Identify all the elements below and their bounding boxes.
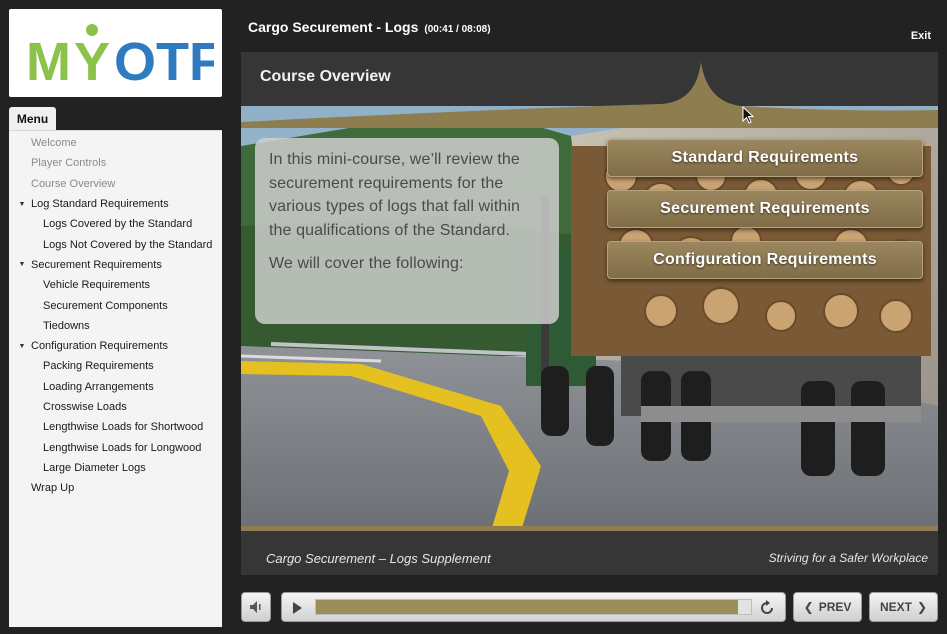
- menu-item-label: Lengthwise Loads for Longwood: [43, 441, 202, 454]
- prev-label: PREV: [818, 600, 852, 614]
- menu-item[interactable]: Welcome: [9, 133, 222, 153]
- menu-item[interactable]: Tiedowns: [9, 316, 222, 336]
- seek-bar: [281, 592, 786, 622]
- footer-course-name: Cargo Securement – Logs Supplement: [266, 551, 491, 566]
- menu-item[interactable]: Packing Requirements: [9, 356, 222, 376]
- expand-arrow-icon[interactable]: ▼: [13, 343, 31, 350]
- standard-requirements-button[interactable]: Standard Requirements: [607, 139, 923, 177]
- configuration-requirements-button[interactable]: Configuration Requirements: [607, 241, 923, 279]
- menu-item[interactable]: ▼ Log Standard Requirements: [9, 194, 222, 214]
- menu-item-label: Packing Requirements: [43, 360, 154, 373]
- menu-item-label: Player Controls: [31, 157, 107, 170]
- menu-item[interactable]: Lengthwise Loads for Longwood: [9, 437, 222, 457]
- mouse-cursor-icon: [742, 106, 754, 124]
- play-icon[interactable]: [291, 601, 303, 615]
- svg-text:Y: Y: [74, 32, 110, 88]
- header-wave-decoration: [241, 62, 938, 128]
- footer-tagline: Striving for a Safer Workplace: [768, 551, 928, 565]
- menu-item[interactable]: ▼ Securement Requirements: [9, 255, 222, 275]
- exit-button[interactable]: Exit: [911, 30, 931, 42]
- menu-item-label: Tiedowns: [43, 319, 90, 332]
- menu-item[interactable]: Logs Not Covered by the Standard: [9, 234, 222, 254]
- menu-item-label: Wrap Up: [31, 482, 75, 495]
- myotf-logo: M Y OTF: [9, 9, 222, 97]
- menu-item-label: Large Diameter Logs: [43, 461, 146, 474]
- menu-panel: Welcome Player Controls Course Overview ▼ Lo…: [9, 130, 222, 627]
- intro-followup: We will cover the following:: [269, 255, 464, 272]
- menu-item-label: Vehicle Requirements: [43, 279, 151, 292]
- menu-item[interactable]: Loading Arrangements: [9, 377, 222, 397]
- menu-item-label: Logs Covered by the Standard: [43, 218, 193, 231]
- prev-button[interactable]: ❮ PREV: [793, 592, 862, 622]
- menu-item-label: Logs Not Covered by the Standard: [43, 238, 213, 251]
- progress-fill: [316, 600, 738, 614]
- chevron-left-icon: ❮: [803, 600, 814, 614]
- menu-item[interactable]: Course Overview: [9, 174, 222, 194]
- course-title-text: Cargo Securement - Logs: [248, 19, 419, 35]
- volume-button[interactable]: [241, 592, 271, 622]
- menu-item[interactable]: Logs Covered by the Standard: [9, 214, 222, 234]
- course-title: Cargo Securement - Logs (00:41 / 08:08): [248, 19, 491, 35]
- securement-requirements-button[interactable]: Securement Requirements: [607, 190, 923, 228]
- next-button[interactable]: NEXT ❯: [869, 592, 938, 622]
- speaker-icon: [250, 601, 261, 613]
- replay-icon[interactable]: [758, 599, 776, 617]
- intro-text: In this mini-course, we’ll review the se…: [269, 151, 521, 239]
- course-time: (00:41 / 08:08): [424, 24, 491, 35]
- intro-text-box: In this mini-course, we’ll review the se…: [255, 138, 559, 324]
- expand-arrow-icon[interactable]: ▼: [13, 201, 31, 208]
- menu-item-label: Securement Requirements: [31, 258, 162, 271]
- svg-text:M: M: [26, 32, 71, 88]
- menu-item[interactable]: Vehicle Requirements: [9, 275, 222, 295]
- menu-item-label: Welcome: [31, 137, 77, 150]
- expand-arrow-icon[interactable]: ▼: [13, 261, 31, 268]
- svg-text:OTF: OTF: [114, 32, 214, 88]
- menu-item[interactable]: Large Diameter Logs: [9, 458, 222, 478]
- menu-item[interactable]: Lengthwise Loads for Shortwood: [9, 417, 222, 437]
- next-label: NEXT: [879, 600, 912, 614]
- chevron-right-icon: ❯: [916, 600, 928, 614]
- menu-item[interactable]: Wrap Up: [9, 478, 222, 498]
- menu-tab[interactable]: Menu: [9, 107, 56, 131]
- menu-item-label: Securement Components: [43, 299, 168, 312]
- slide-area: Course Overview In this mini-course, we’…: [241, 52, 938, 575]
- menu-item-label: Crosswise Loads: [43, 401, 127, 413]
- menu-item-label: Course Overview: [31, 177, 116, 190]
- menu-item-label: Configuration Requirements: [31, 340, 168, 353]
- menu-item-label: Log Standard Requirements: [31, 198, 169, 211]
- menu-item-label: Lengthwise Loads for Shortwood: [43, 421, 204, 434]
- menu-item-label: Loading Arrangements: [43, 380, 154, 393]
- menu-item[interactable]: Player Controls: [9, 153, 222, 173]
- menu-item[interactable]: Securement Components: [9, 295, 222, 315]
- menu-item[interactable]: ▼ Configuration Requirements: [9, 336, 222, 356]
- menu-item[interactable]: Crosswise Loads: [9, 397, 222, 417]
- progress-track[interactable]: [315, 599, 752, 615]
